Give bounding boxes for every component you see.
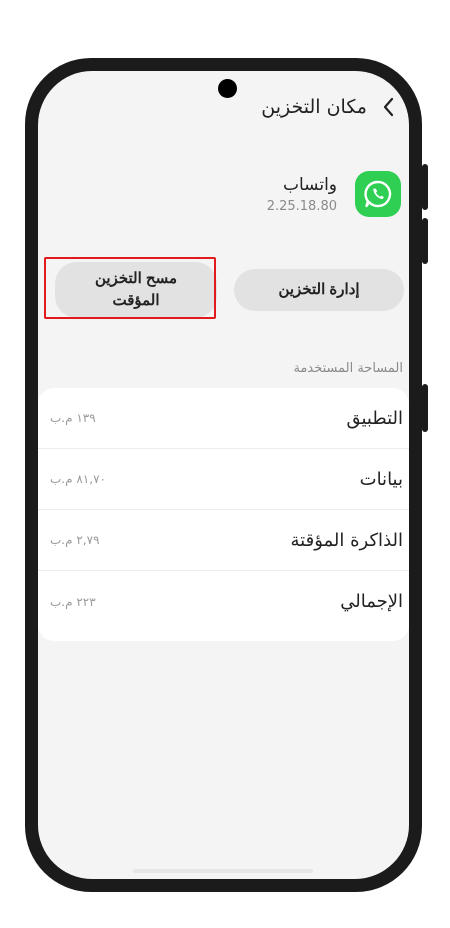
- storage-row-data: بيانات ٨١,٧٠ م.ب: [38, 449, 409, 510]
- row-value: ٢٢٣ م.ب: [50, 594, 96, 609]
- app-details: واتساب 2.25.18.80: [267, 175, 337, 214]
- row-label: الذاكرة المؤقتة: [290, 529, 403, 551]
- phone-frame: مكان التخزين واتساب 2.25.18.80 إدارة الت…: [25, 58, 428, 892]
- whatsapp-icon: [355, 171, 401, 217]
- row-label: التطبيق: [346, 407, 403, 429]
- side-button: [422, 218, 428, 264]
- header: مكان التخزين: [261, 91, 401, 123]
- storage-row-cache: الذاكرة المؤقتة ٢,٧٩ م.ب: [38, 510, 409, 571]
- storage-card: التطبيق ١٣٩ م.ب بيانات ٨١,٧٠ م.ب الذاكرة…: [38, 388, 409, 641]
- row-label: بيانات: [359, 468, 403, 490]
- app-name: واتساب: [282, 174, 337, 195]
- home-indicator[interactable]: [133, 869, 313, 873]
- side-button: [422, 164, 428, 210]
- row-value: ٨١,٧٠ م.ب: [50, 472, 106, 486]
- app-info-row: واتساب 2.25.18.80: [267, 171, 401, 217]
- storage-row-total: الإجمالي ٢٢٣ م.ب: [38, 571, 409, 632]
- app-version: 2.25.18.80: [266, 198, 337, 214]
- row-value: ١٣٩ م.ب: [50, 411, 96, 425]
- storage-row-app: التطبيق ١٣٩ م.ب: [38, 388, 409, 449]
- page-title: مكان التخزين: [261, 96, 367, 118]
- highlight-box: [44, 257, 216, 319]
- screen: مكان التخزين واتساب 2.25.18.80 إدارة الت…: [38, 71, 409, 879]
- row-label: الإجمالي: [340, 591, 403, 612]
- row-value: ٢,٧٩ م.ب: [50, 533, 100, 547]
- chevron-left-icon[interactable]: [377, 92, 401, 122]
- camera-hole: [218, 79, 237, 98]
- section-label: المساحة المستخدمة: [293, 361, 403, 376]
- manage-storage-button[interactable]: إدارة التخزين: [234, 269, 404, 311]
- side-button: [422, 384, 428, 432]
